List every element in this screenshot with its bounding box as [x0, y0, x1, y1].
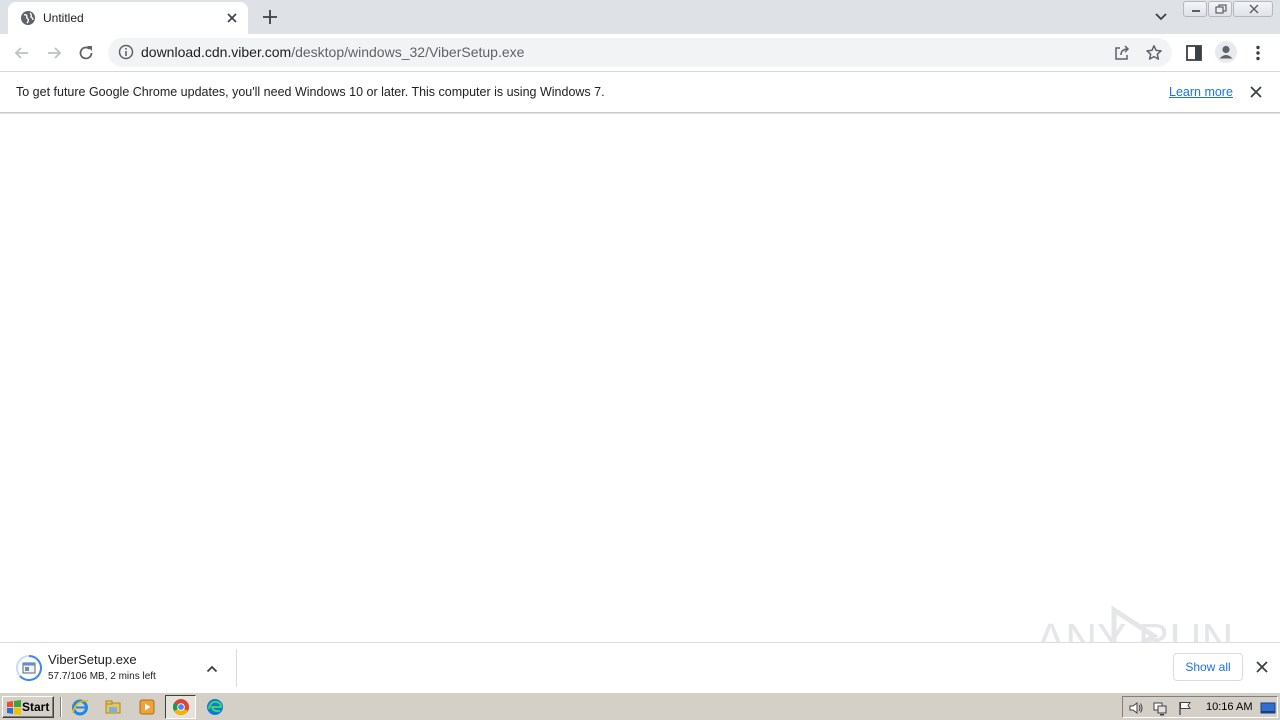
download-item[interactable]: ViberSetup.exe 57.7/106 MB, 2 mins left	[8, 647, 228, 689]
profile-icon[interactable]	[1215, 41, 1237, 63]
start-button[interactable]: Start	[2, 696, 54, 718]
taskbar-separator	[60, 697, 62, 717]
browser-toolbar: download.cdn.viber.com/desktop/windows_3…	[0, 34, 1280, 72]
ie-icon[interactable]	[71, 698, 89, 716]
page-content	[0, 114, 1280, 642]
reload-icon[interactable]	[76, 43, 96, 63]
close-icon	[1249, 4, 1259, 14]
speaker-icon[interactable]	[1128, 700, 1144, 716]
taskbar-chrome-button[interactable]	[165, 695, 196, 719]
media-player-icon[interactable]	[138, 698, 156, 716]
chevron-up-icon[interactable]	[205, 662, 219, 676]
chrome-icon	[173, 699, 189, 715]
forward-arrow-icon[interactable]	[44, 43, 64, 63]
update-infobar: To get future Google Chrome updates, you…	[0, 72, 1280, 113]
chevron-down-icon[interactable]	[1151, 8, 1171, 26]
download-shelf: ViberSetup.exe 57.7/106 MB, 2 mins left …	[0, 642, 1280, 692]
url-text[interactable]: download.cdn.viber.com/desktop/windows_3…	[141, 44, 524, 61]
globe-icon	[21, 11, 35, 25]
network-icon[interactable]	[1152, 700, 1168, 716]
explorer-icon[interactable]	[104, 698, 122, 716]
restore-button[interactable]	[1208, 1, 1232, 17]
close-tab-icon[interactable]	[224, 10, 240, 26]
star-icon[interactable]	[1145, 44, 1163, 62]
tab-title: Untitled	[43, 11, 84, 25]
close-icon[interactable]	[1248, 84, 1264, 100]
side-panel-icon[interactable]	[1184, 43, 1204, 63]
download-file-name: ViberSetup.exe	[48, 652, 137, 667]
windows-logo-icon	[7, 700, 21, 715]
share-icon[interactable]	[1113, 44, 1131, 62]
learn-more-link[interactable]: Learn more	[1169, 84, 1233, 100]
restore-icon	[1215, 4, 1227, 14]
url-path: /desktop/windows_32/ViberSetup.exe	[291, 44, 525, 60]
tab-untitled[interactable]: Untitled	[8, 2, 248, 34]
windows-taskbar: Start 10:16 AM	[0, 692, 1280, 720]
minimize-button[interactable]	[1183, 1, 1207, 17]
shelf-divider	[236, 649, 237, 687]
start-label: Start	[22, 700, 50, 714]
edge-icon[interactable]	[206, 698, 224, 716]
installer-file-icon	[16, 655, 42, 681]
show-all-button[interactable]: Show all	[1173, 653, 1243, 681]
info-icon[interactable]	[118, 44, 134, 60]
tab-strip: Untitled	[0, 0, 1280, 34]
download-status: 57.7/106 MB, 2 mins left	[48, 671, 156, 682]
show-desktop-icon[interactable]	[1260, 700, 1276, 716]
close-window-button[interactable]	[1233, 1, 1273, 17]
flag-icon[interactable]	[1177, 700, 1193, 716]
taskbar-clock[interactable]: 10:16 AM	[1206, 700, 1252, 714]
close-icon[interactable]	[1254, 659, 1270, 675]
kebab-menu-icon[interactable]	[1248, 43, 1268, 63]
minimize-icon	[1192, 10, 1200, 12]
address-bar[interactable]: download.cdn.viber.com/desktop/windows_3…	[108, 38, 1172, 67]
infobar-message: To get future Google Chrome updates, you…	[16, 85, 605, 99]
back-arrow-icon[interactable]	[12, 43, 32, 63]
new-tab-icon[interactable]	[260, 7, 280, 27]
system-tray: 10:16 AM	[1122, 696, 1278, 718]
url-host: download.cdn.viber.com	[141, 44, 292, 60]
